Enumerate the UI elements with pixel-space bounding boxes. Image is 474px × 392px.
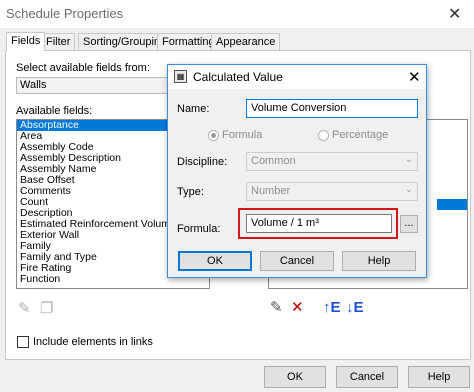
list-item[interactable]	[437, 199, 467, 210]
formula-input[interactable]: Volume / 1 m³	[246, 214, 392, 233]
dialog-close-icon[interactable]: ✕	[408, 68, 421, 86]
tab-strip: Fields Filter Sorting/Grouping Formattin…	[0, 32, 474, 51]
move-up-icon[interactable]: ↑E	[323, 300, 341, 315]
dialog-title: Calculated Value	[193, 70, 283, 84]
formula-label: Formula:	[177, 223, 221, 235]
tab-fields[interactable]: Fields	[6, 32, 46, 51]
type-value: Number	[251, 185, 291, 197]
type-label: Type:	[177, 186, 204, 198]
include-links-checkbox[interactable]	[17, 336, 29, 348]
close-icon[interactable]: ✕	[448, 4, 461, 24]
dialog-title-bar: ▦ Calculated Value ✕	[168, 65, 426, 89]
name-input[interactable]: Volume Conversion	[246, 99, 418, 118]
radio-selected-dot	[211, 133, 216, 138]
tab-appearance[interactable]: Appearance	[211, 33, 281, 50]
window-title: Schedule Properties	[6, 6, 124, 21]
ok-button[interactable]: OK	[264, 366, 326, 388]
discipline-label: Discipline:	[177, 156, 228, 168]
dialog-help-button[interactable]: Help	[342, 251, 416, 271]
type-select[interactable]: Number ⌄	[246, 182, 418, 201]
discipline-value: Common	[251, 155, 296, 167]
schedule-properties-window: Schedule Properties ✕ Fields Filter Sort…	[0, 0, 474, 392]
chevron-down-icon: ⌄	[404, 184, 413, 195]
dialog-ok-button[interactable]: OK	[178, 251, 252, 271]
new-parameter-icon[interactable]: ❐	[40, 301, 53, 316]
footer-bar: OK Cancel Help	[0, 362, 474, 392]
name-label: Name:	[177, 103, 210, 115]
help-button[interactable]: Help	[408, 366, 470, 388]
delete-field-icon[interactable]: ✕	[291, 300, 304, 315]
available-fields-label: Available fields:	[16, 105, 93, 117]
percentage-radio[interactable]	[318, 130, 329, 141]
formula-radio[interactable]	[208, 130, 219, 141]
calculated-value-dialog: ▦ Calculated Value ✕ Name: Volume Conver…	[167, 64, 427, 278]
dialog-cancel-button[interactable]: Cancel	[260, 251, 334, 271]
select-fields-from-label: Select available fields from:	[16, 62, 150, 74]
formula-browse-button[interactable]: ...	[400, 215, 418, 233]
percentage-radio-label: Percentage	[332, 129, 389, 141]
move-down-icon[interactable]: ↓E	[346, 300, 364, 315]
cancel-button[interactable]: Cancel	[336, 366, 398, 388]
formula-radio-label: Formula	[222, 129, 263, 141]
include-links-label: Include elements in links	[33, 336, 153, 348]
tab-filter[interactable]: Filter	[41, 33, 76, 50]
edit-parameter-icon[interactable]: ✎	[18, 301, 31, 316]
window-title-bar: Schedule Properties ✕	[0, 0, 474, 28]
category-select[interactable]: Walls	[16, 77, 168, 94]
chevron-down-icon: ⌄	[404, 154, 413, 165]
calculator-icon: ▦	[174, 70, 187, 83]
edit-field-icon[interactable]: ✎	[270, 300, 283, 315]
discipline-select[interactable]: Common ⌄	[246, 152, 418, 171]
